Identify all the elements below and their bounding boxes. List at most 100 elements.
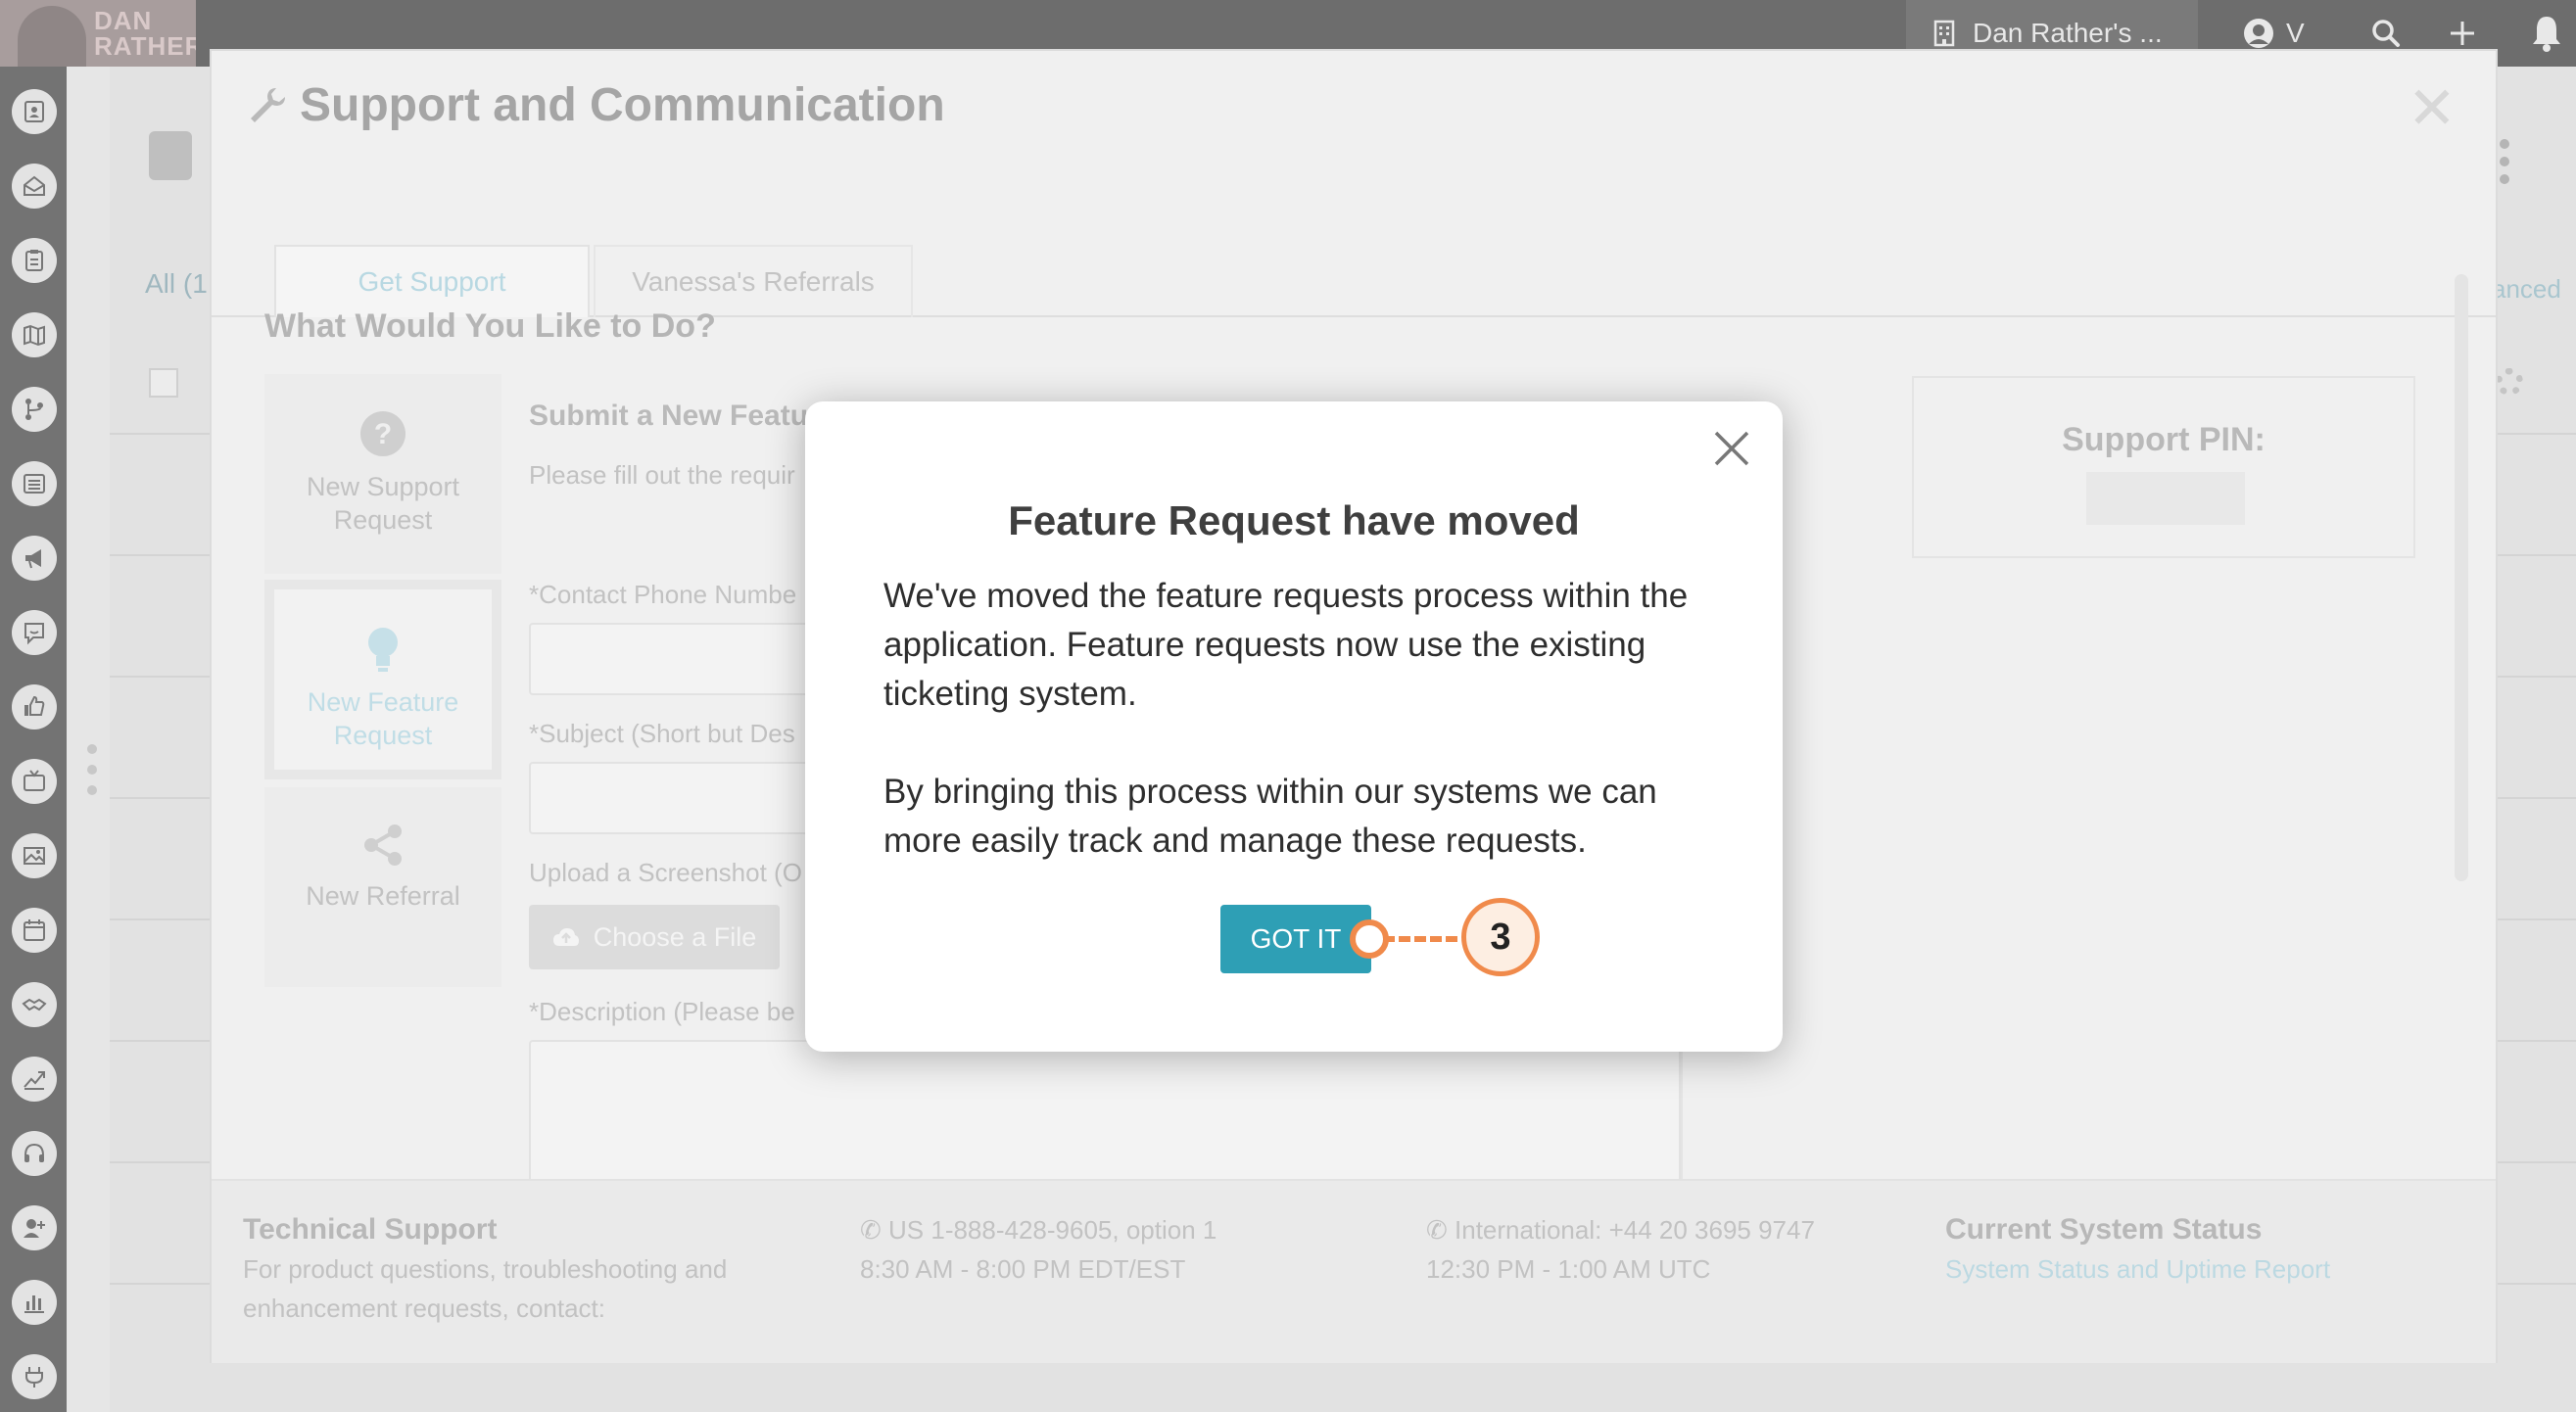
sidebar-item-reputation[interactable] — [12, 684, 57, 730]
support-modal-scrollbar[interactable] — [2455, 274, 2468, 881]
bell-icon — [2533, 17, 2560, 52]
logo-text-first: DAN — [94, 6, 153, 35]
bar-chart-icon — [24, 1295, 44, 1313]
lightbulb-icon — [368, 628, 398, 672]
system-status-heading: Current System Status — [1945, 1213, 2263, 1246]
support-footer: Technical Support For product questions,… — [212, 1179, 2496, 1363]
building-icon — [1933, 20, 1955, 47]
description-label: *Description (Please be — [529, 997, 795, 1026]
step-marker-line — [1383, 936, 1457, 942]
phone-icon: ✆ — [860, 1215, 889, 1245]
dialog-paragraph-2: By bringing this process within our syst… — [883, 773, 1657, 860]
tv-icon — [24, 770, 45, 791]
wrench-icon — [251, 88, 285, 122]
user-avatar-icon — [2244, 19, 2273, 48]
kebab-menu-icon[interactable] — [2500, 139, 2509, 184]
notifications-button[interactable] — [2517, 0, 2576, 67]
support-pin-value — [2086, 472, 2245, 525]
chat-icon — [24, 623, 44, 645]
step-marker-dot — [1350, 919, 1389, 959]
sidebar-resize-handle[interactable] — [86, 744, 98, 795]
sidebar-item-clipboard[interactable] — [12, 238, 57, 283]
logo-text-second: RATHER — [94, 31, 196, 61]
background-header-icon — [149, 131, 192, 180]
dialog-paragraph-1: We've moved the feature requests process… — [883, 577, 1689, 713]
form-intro: Please fill out the requir — [529, 460, 795, 490]
option-label: New Support Request — [306, 472, 460, 535]
support-pin-label: Support PIN: — [2062, 421, 2266, 458]
svg-text:?: ? — [374, 418, 392, 450]
tab-get-support[interactable]: Get Support — [274, 245, 590, 317]
map-icon — [24, 324, 45, 347]
brand-logo[interactable]: DAN RATHER — [0, 0, 196, 67]
intl-hours: 12:30 PM - 1:00 AM UTC — [1426, 1254, 1711, 1284]
search-icon — [2372, 20, 2400, 47]
support-modal-close-icon[interactable]: ✕ — [2408, 74, 2457, 143]
system-status-link[interactable]: System Status and Uptime Report — [1945, 1249, 2330, 1289]
plug-icon — [25, 1367, 43, 1388]
support-modal-title: Support and Communication — [300, 79, 945, 131]
image-icon — [24, 847, 45, 865]
question-circle-icon: ? — [360, 411, 405, 456]
tech-support-heading: Technical Support — [243, 1213, 498, 1246]
form-heading: Submit a New Featu — [529, 400, 809, 432]
background-checkbox[interactable] — [149, 368, 178, 398]
sidebar-item-integrations[interactable] — [12, 1354, 57, 1399]
inbox-icon — [24, 175, 45, 196]
sidebar-item-contacts[interactable] — [12, 89, 57, 134]
contacts-icon — [24, 101, 44, 122]
sidebar-item-workflow[interactable] — [12, 387, 57, 432]
workflow-icon — [25, 399, 43, 420]
sidebar-item-chat[interactable] — [12, 610, 57, 655]
got-it-button[interactable]: GOT IT — [1220, 905, 1371, 973]
handshake-icon — [22, 998, 47, 1012]
sidebar-item-campaigns[interactable] — [12, 536, 57, 581]
plus-icon — [2451, 22, 2474, 45]
tech-support-text: For product questions, troubleshooting a… — [243, 1254, 728, 1323]
choose-file-button[interactable]: Choose a File — [529, 905, 780, 969]
thumbs-up-icon — [24, 695, 45, 716]
share-icon — [364, 824, 402, 866]
step-marker-badge: 3 — [1461, 898, 1540, 976]
phone-label: *Contact Phone Numbe — [529, 580, 797, 609]
sidebar-item-reports[interactable] — [12, 1280, 57, 1325]
headset-icon — [24, 1143, 44, 1162]
feature-request-dialog: Feature Request have moved We've moved t… — [805, 401, 1783, 1052]
support-question-heading: What Would You Like to Do? — [264, 307, 716, 345]
dialog-title: Feature Request have moved — [1008, 497, 1580, 543]
add-user-icon — [24, 1219, 45, 1238]
megaphone-icon — [25, 549, 41, 569]
sidebar-item-users[interactable] — [12, 1205, 57, 1250]
option-label: New Referral — [306, 881, 460, 911]
intl-phone: ✆ International: +44 20 3695 9747 — [1426, 1215, 1815, 1245]
sidebar-item-calendar[interactable] — [12, 908, 57, 953]
option-new-referral[interactable]: New Referral — [264, 787, 501, 987]
list-icon — [24, 474, 45, 494]
tab-referrals[interactable]: Vanessa's Referrals — [594, 245, 913, 317]
support-pin-box: Support PIN: — [1912, 376, 2415, 558]
dialog-close-icon[interactable] — [1712, 429, 1751, 468]
all-filter[interactable]: All (1 — [145, 268, 208, 300]
sidebar-item-inbox[interactable] — [12, 164, 57, 209]
sidebar-item-analytics[interactable] — [12, 1057, 57, 1102]
sidebar-item-gallery[interactable] — [12, 833, 57, 878]
choose-file-label: Choose a File — [593, 921, 757, 952]
settings-gear-icon[interactable] — [2496, 368, 2523, 396]
sidebar-item-support[interactable] — [12, 1131, 57, 1176]
option-new-feature-request[interactable]: New Feature Request — [264, 580, 501, 779]
cloud-upload-icon — [552, 928, 579, 946]
support-tabs: Get Support Vanessa's Referrals — [212, 196, 2496, 317]
upload-label: Upload a Screenshot (O — [529, 858, 802, 887]
sidebar-item-partners[interactable] — [12, 982, 57, 1027]
clipboard-icon — [25, 250, 43, 271]
advanced-link[interactable]: anced — [2492, 274, 2561, 305]
subject-label: *Subject (Short but Des — [529, 719, 795, 748]
sidebar-item-list[interactable] — [12, 461, 57, 506]
user-initial: V — [2286, 18, 2305, 48]
sidebar-item-media[interactable] — [12, 759, 57, 804]
sidebar-item-map[interactable] — [12, 312, 57, 357]
logo-portrait — [18, 6, 86, 67]
option-new-support-request[interactable]: ? New Support Request — [264, 374, 501, 574]
company-label: Dan Rather's ... — [1973, 18, 2163, 48]
trending-icon — [24, 1071, 45, 1090]
